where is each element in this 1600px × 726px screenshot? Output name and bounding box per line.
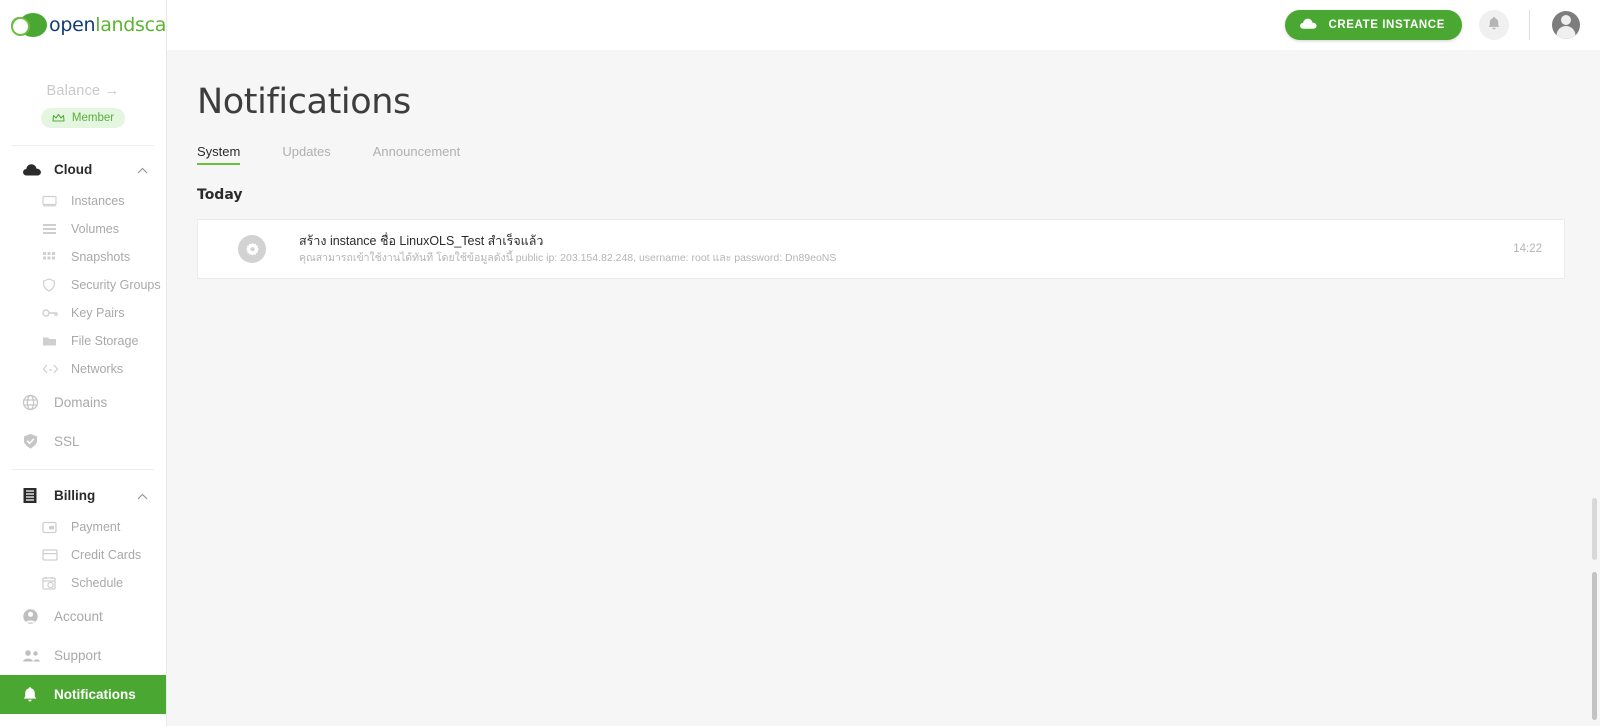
app-root: openlandscape Balance→ Member <box>0 0 1600 726</box>
create-instance-button[interactable]: CREATE INSTANCE <box>1285 10 1462 40</box>
support-icon <box>22 649 46 663</box>
sidebar-item-security-groups[interactable]: Security Groups <box>0 271 166 299</box>
sidebar-item-key-pairs[interactable]: Key Pairs <box>0 299 166 327</box>
tabs: System Updates Announcement <box>197 144 1600 165</box>
sidebar-item-file-storage[interactable]: File Storage <box>0 327 166 355</box>
page-scrollbar[interactable] <box>1591 50 1598 726</box>
credit-card-icon <box>42 549 62 561</box>
sidebar-item-instances[interactable]: Instances <box>0 187 166 215</box>
tab-announcement-label: Announcement <box>372 144 461 159</box>
tab-announcement[interactable]: Announcement <box>373 144 460 165</box>
volumes-icon <box>42 223 62 235</box>
page-title: Notifications <box>197 82 411 122</box>
topbar: CREATE INSTANCE <box>167 0 1600 50</box>
sidebar-item-support-label: Support <box>54 648 102 663</box>
notification-title: สร้าง instance ชื่อ LinuxOLS_Test สำเร็จ… <box>299 233 544 248</box>
sidebar-item-notifications[interactable]: Notifications <box>0 675 166 714</box>
sidebar-item-account-label: Account <box>54 609 103 624</box>
wallet-icon <box>42 521 62 534</box>
sidebar-item-credit-cards[interactable]: Credit Cards <box>0 541 166 569</box>
bell-icon <box>22 686 46 703</box>
account-icon <box>22 608 46 625</box>
gear-icon <box>238 235 266 263</box>
notification-time: 14:22 <box>1513 243 1542 255</box>
avatar[interactable] <box>1552 11 1580 39</box>
scrollbar-thumb[interactable] <box>1592 572 1597 720</box>
balance-label: Balance <box>46 83 101 99</box>
sidebar-item-snapshots[interactable]: Snapshots <box>0 243 166 271</box>
sidebar-item-payment[interactable]: Payment <box>0 513 166 541</box>
sidebar-item-file-storage-label: File Storage <box>71 334 139 348</box>
content-area: Notifications System Updates Announcemen… <box>167 50 1600 726</box>
brand-wordmark: openlandscape <box>49 14 167 36</box>
billing-icon <box>22 487 46 504</box>
sidebar-item-volumes[interactable]: Volumes <box>0 215 166 243</box>
brand-land: land <box>95 14 136 36</box>
sidebar: openlandscape Balance→ Member <box>0 0 167 726</box>
cloud-icon <box>1299 17 1318 33</box>
sidebar-item-schedule[interactable]: Schedule <box>0 569 166 597</box>
topbar-divider <box>1529 10 1530 40</box>
main-area: CREATE INSTANCE Notifications System Upd… <box>167 0 1600 726</box>
notification-row[interactable]: สร้าง instance ชื่อ LinuxOLS_Test สำเร็จ… <box>197 219 1565 279</box>
key-icon <box>42 307 62 319</box>
sidebar-item-domains-label: Domains <box>54 395 108 410</box>
sidebar-item-snapshots-label: Snapshots <box>71 250 131 264</box>
sidebar-group-billing[interactable]: Billing <box>0 478 166 513</box>
tab-system[interactable]: System <box>197 144 241 165</box>
day-group-label: Today <box>197 187 243 203</box>
cloud-icon <box>22 163 46 177</box>
brand-logo[interactable]: openlandscape <box>0 0 166 50</box>
sidebar-item-networks[interactable]: Networks <box>0 355 166 383</box>
shield-check-icon <box>22 433 46 450</box>
sidebar-nav: Cloud Instances Volumes Snapshots Securi… <box>0 146 166 714</box>
monitor-icon <box>42 195 62 207</box>
sidebar-item-payment-label: Payment <box>71 520 121 534</box>
sidebar-item-domains[interactable]: Domains <box>0 383 166 422</box>
crown-icon <box>52 113 65 123</box>
sidebar-divider-2 <box>12 469 154 470</box>
notification-subtitle: คุณสามารถเข้าใช้งานได้ทันที โดยใช้ข้อมูล… <box>299 251 837 264</box>
sidebar-group-cloud[interactable]: Cloud <box>0 152 166 187</box>
arrow-right-icon: → <box>104 82 120 99</box>
sidebar-group-billing-label: Billing <box>54 488 96 503</box>
openlandscape-cloud-logo-icon <box>10 12 48 38</box>
tab-system-label: System <box>197 144 241 159</box>
create-instance-label: CREATE INSTANCE <box>1328 19 1445 31</box>
globe-icon <box>22 394 46 411</box>
bell-icon <box>1487 16 1501 34</box>
chevron-up-icon <box>137 161 148 179</box>
notification-body: สร้าง instance ชื่อ LinuxOLS_Test สำเร็จ… <box>299 232 1513 267</box>
member-badge: Member <box>41 108 125 128</box>
chevron-up-icon <box>137 487 148 505</box>
tab-updates-label: Updates <box>282 144 331 159</box>
code-brackets-icon <box>42 363 62 375</box>
notification-list: สร้าง instance ชื่อ LinuxOLS_Test สำเร็จ… <box>197 219 1565 279</box>
schedule-icon <box>42 576 62 590</box>
sidebar-group-cloud-label: Cloud <box>54 162 93 177</box>
sidebar-item-schedule-label: Schedule <box>71 576 124 590</box>
sidebar-item-account[interactable]: Account <box>0 597 166 636</box>
member-badge-label: Member <box>71 112 115 124</box>
sidebar-item-ssl-label: SSL <box>54 434 80 449</box>
sidebar-item-instances-label: Instances <box>71 194 125 208</box>
sidebar-item-support[interactable]: Support <box>0 636 166 675</box>
sidebar-item-notifications-label: Notifications <box>54 687 136 702</box>
folder-icon <box>42 335 62 347</box>
shield-icon <box>42 278 62 292</box>
brand-scape: scape <box>135 14 167 36</box>
sidebar-item-volumes-label: Volumes <box>71 222 119 236</box>
snapshots-icon <box>42 251 62 263</box>
sidebar-item-key-pairs-label: Key Pairs <box>71 306 125 320</box>
scrollbar-thumb-secondary[interactable] <box>1592 498 1597 560</box>
balance-link[interactable]: Balance → <box>0 82 166 99</box>
sidebar-item-security-groups-label: Security Groups <box>71 278 161 292</box>
sidebar-item-ssl[interactable]: SSL <box>0 422 166 461</box>
sidebar-item-networks-label: Networks <box>71 362 124 376</box>
sidebar-item-credit-cards-label: Credit Cards <box>71 548 142 562</box>
notifications-bell-button[interactable] <box>1479 10 1509 40</box>
brand-open: open <box>49 14 96 36</box>
tab-updates[interactable]: Updates <box>282 144 330 165</box>
